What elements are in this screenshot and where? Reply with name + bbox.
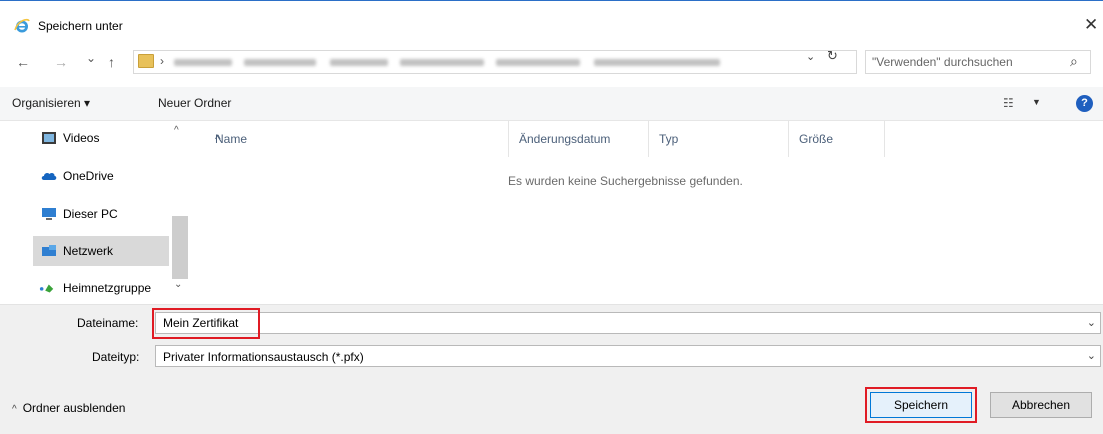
cloud-icon [41,172,57,180]
search-input[interactable] [872,53,1062,71]
command-toolbar: Organisieren ▾ Neuer Ordner ☷ ▼ ? [0,87,1103,121]
homegroup-icon [39,284,54,293]
blurred-path-segment [496,59,580,66]
filetype-value: Privater Informationsaustausch (*.pfx) [163,350,364,364]
hide-folders-label: Ordner ausblenden [22,401,126,415]
back-arrow-icon[interactable]: ← [16,54,30,70]
filename-label: Dateiname: [77,316,139,330]
sort-ascending-icon: ^ [215,132,221,146]
blurred-path-segment [174,59,232,66]
chevron-up-icon: ^ [12,404,17,415]
network-icon [42,245,56,256]
organize-menu-button[interactable]: Organisieren ▾ [12,96,90,110]
new-folder-button[interactable]: Neuer Ordner [158,96,231,110]
close-icon[interactable]: ✕ [1084,15,1098,35]
nav-item-network[interactable]: Netzwerk [33,236,169,266]
filetype-select[interactable]: Privater Informationsaustausch (*.pfx) ⌄ [155,345,1101,367]
refresh-icon[interactable]: ↻ [827,48,838,64]
forward-arrow-icon[interactable]: → [54,54,68,70]
save-form-area: Dateiname: ⌄ Dateityp: Privater Informat… [0,304,1103,434]
nav-scrollbar-thumb[interactable] [172,216,188,279]
recent-locations-icon[interactable]: ⌄ [86,51,96,65]
search-box[interactable]: ⌕ [865,50,1091,74]
hide-folders-toggle[interactable]: ^ Ordner ausblenden [12,401,125,415]
filename-field[interactable]: ⌄ [155,312,1101,334]
scroll-down-icon[interactable]: ⌄ [174,279,182,290]
save-highlight-box [865,387,977,423]
blurred-path-segment [400,59,484,66]
filename-input[interactable] [163,315,1063,331]
nav-item-label: Netzwerk [63,244,114,258]
title-bar: Speichern unter ✕ [0,0,1103,40]
blurred-path-segment [244,59,316,66]
filetype-dropdown-icon[interactable]: ⌄ [1087,349,1096,362]
nav-item-label: Dieser PC [63,207,118,221]
nav-item-videos[interactable]: Videos [33,123,169,153]
view-options-icon[interactable]: ☷ [1003,96,1014,110]
column-header-label: Änderungsdatum [519,132,611,146]
navigation-pane: Videos OneDrive Dieser PC Netzwerk Heimn… [0,121,192,304]
folder-icon [138,54,154,68]
file-list-pane: Name ^ Änderungsdatum Typ Größe Es wurde… [193,121,1103,304]
window-title: Speichern unter [38,19,123,33]
nav-item-label: Heimnetzgruppe [63,281,152,295]
nav-item-homegroup[interactable]: Heimnetzgruppe [33,273,169,303]
filename-highlight-box [152,308,260,339]
address-row: ← → ⌄ ↑ › ⌄ ↻ ⌕ [0,46,1103,80]
nav-item-label: OneDrive [63,169,114,183]
internet-explorer-icon [14,18,30,33]
column-header-type[interactable]: Typ [649,121,789,157]
search-icon[interactable]: ⌕ [1070,53,1078,70]
column-header-size[interactable]: Größe [789,121,885,157]
address-dropdown-icon[interactable]: ⌄ [806,50,815,63]
breadcrumb-separator: › [160,54,164,68]
empty-results-message: Es wurden keine Suchergebnisse gefunden. [508,174,743,188]
pc-icon [42,208,56,220]
address-bar[interactable]: › [133,50,857,74]
column-header-label: Typ [659,132,679,146]
window-top-border [0,0,1103,1]
scroll-up-icon[interactable]: ^ [174,125,179,136]
up-arrow-icon[interactable]: ↑ [108,54,115,70]
nav-item-onedrive[interactable]: OneDrive [33,161,169,191]
filetype-label: Dateityp: [92,350,140,364]
video-icon [42,132,56,144]
nav-item-label: Videos [63,131,100,145]
cancel-button[interactable]: Abbrechen [990,392,1092,418]
filename-dropdown-icon[interactable]: ⌄ [1087,316,1096,329]
help-icon[interactable]: ? [1076,95,1093,112]
blurred-path-segment [330,59,388,66]
nav-item-this-pc[interactable]: Dieser PC [33,199,169,229]
column-header-name[interactable]: Name ^ [205,121,509,157]
blurred-path-segment [594,59,720,66]
column-header-date[interactable]: Änderungsdatum [509,121,649,157]
column-header-label: Größe [799,132,834,146]
view-options-chevron-icon[interactable]: ▼ [1032,97,1041,107]
